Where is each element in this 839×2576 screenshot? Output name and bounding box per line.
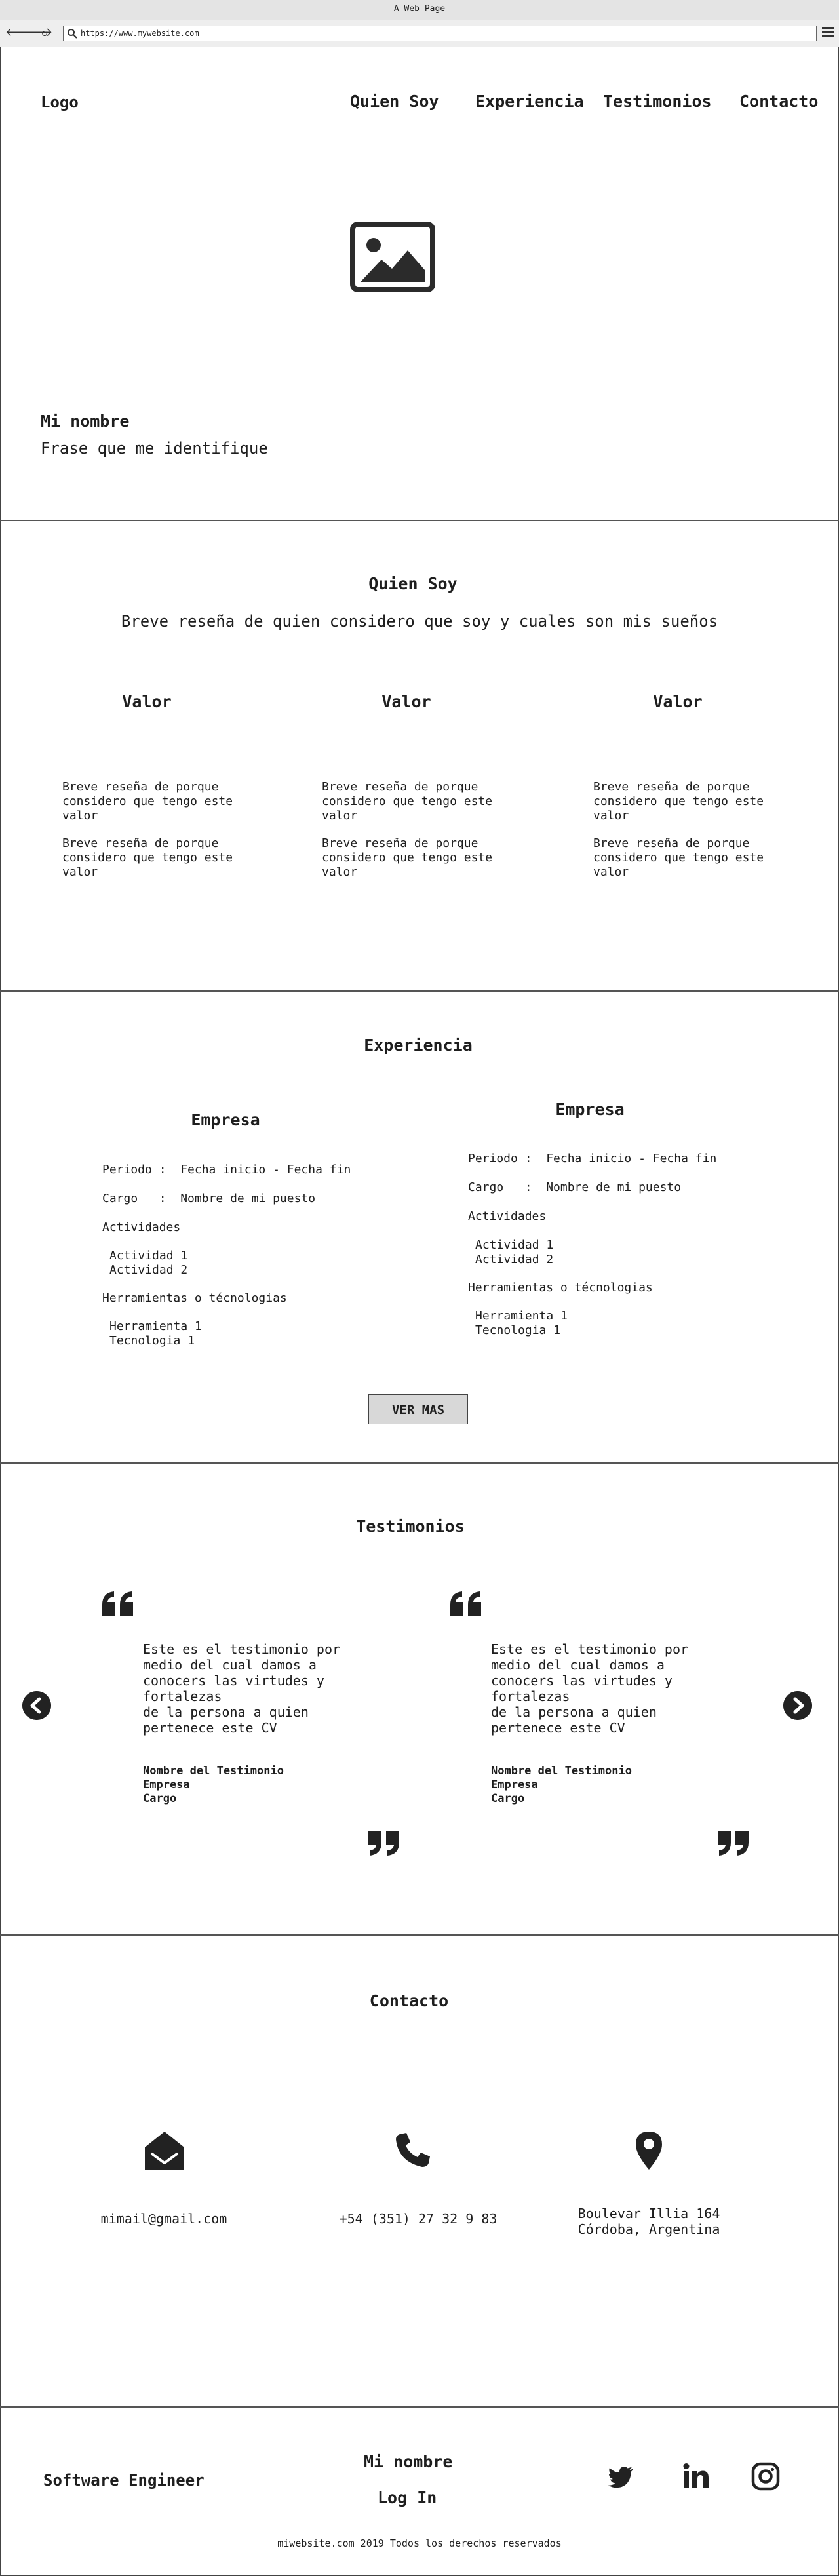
- value-title: Valor: [122, 692, 172, 711]
- quote-open-icon: [450, 1591, 481, 1616]
- linkedin-icon[interactable]: [682, 2462, 711, 2491]
- nav-testimonios[interactable]: Testimonios: [603, 92, 712, 111]
- address-bar[interactable]: https://www.mywebsite.com: [63, 26, 817, 41]
- about-title: Quien Soy: [368, 574, 458, 593]
- value-text: Breve reseña de porque considero que ten…: [322, 780, 493, 823]
- contact-title: Contacto: [369, 1991, 449, 2010]
- section-divider: [0, 2406, 839, 2408]
- activities-label: Actividades: [468, 1209, 547, 1223]
- testimonials-title: Testimonios: [356, 1517, 465, 1536]
- quote-open-icon: [102, 1591, 133, 1616]
- activity-item: Actividad 2: [109, 1263, 188, 1277]
- tool-item: Herramienta 1: [475, 1309, 568, 1323]
- footer-name-link[interactable]: Mi nombre: [364, 2452, 452, 2471]
- instagram-icon[interactable]: [751, 2462, 780, 2491]
- tool-item: Herramienta 1: [109, 1319, 202, 1333]
- value-text: Breve reseña de porque considero que ten…: [593, 836, 764, 879]
- section-divider: [0, 1462, 839, 1464]
- company-name: Empresa: [555, 1100, 625, 1119]
- tool-item: Tecnologia 1: [109, 1334, 195, 1348]
- envelope-open-icon: [145, 2132, 184, 2170]
- testimonial-text: Este es el testimonio por medio del cual…: [143, 1641, 341, 1736]
- hero-phrase: Frase que me identifique: [41, 439, 268, 458]
- company-period: Periodo : Fecha inicio - Fecha fin: [102, 1163, 351, 1177]
- address-line: Córdoba, Argentina: [577, 2221, 720, 2237]
- tool-item: Tecnologia 1: [475, 1323, 561, 1337]
- company-role: Cargo : Nombre de mi puesto: [102, 1192, 316, 1205]
- address-line: Boulevar Illia 164: [577, 2206, 720, 2221]
- value-title: Valor: [381, 692, 431, 711]
- chevron-right-icon[interactable]: [783, 1691, 812, 1720]
- tools-label: Herramientas o técnologias: [468, 1281, 653, 1295]
- section-divider: [0, 1934, 839, 1936]
- tools-label: Herramientas o técnologias: [102, 1291, 287, 1305]
- phone-icon: [396, 2133, 430, 2167]
- section-divider: [0, 990, 839, 992]
- company-name: Empresa: [191, 1110, 260, 1129]
- contact-address: Boulevar Illia 164 Córdoba, Argentina: [551, 2206, 747, 2237]
- testimonial-company: Empresa: [143, 1778, 190, 1791]
- testimonial-name: Nombre del Testimonio: [143, 1765, 284, 1778]
- reload-icon[interactable]: ↻: [38, 26, 51, 40]
- chevron-left-icon[interactable]: [22, 1691, 51, 1720]
- search-icon: [68, 29, 77, 39]
- image-placeholder-icon: [350, 222, 435, 292]
- experience-title: Experiencia: [364, 1036, 473, 1055]
- value-text: Breve reseña de porque considero que ten…: [322, 836, 493, 879]
- nav-quien-soy[interactable]: Quien Soy: [350, 92, 439, 111]
- contact-phone[interactable]: +54 (351) 27 32 9 83: [320, 2211, 517, 2227]
- footer-role: Software Engineer: [43, 2471, 205, 2489]
- quote-close-icon: [368, 1831, 399, 1856]
- value-text: Breve reseña de porque considero que ten…: [62, 780, 233, 823]
- activity-item: Actividad 2: [475, 1253, 554, 1266]
- about-subtitle: Breve reseña de quien considero que soy …: [121, 612, 718, 631]
- activity-item: Actividad 1: [475, 1238, 554, 1252]
- activities-label: Actividades: [102, 1220, 181, 1234]
- section-divider: [0, 520, 839, 521]
- testimonial-role: Cargo: [491, 1792, 525, 1805]
- company-period: Periodo : Fecha inicio - Fecha fin: [468, 1152, 717, 1165]
- company-role: Cargo : Nombre de mi puesto: [468, 1181, 682, 1194]
- page-frame: [0, 0, 839, 2576]
- testimonial-name: Nombre del Testimonio: [491, 1765, 632, 1778]
- hero-name: Mi nombre: [41, 412, 130, 431]
- contact-email[interactable]: mimail@gmail.com: [66, 2211, 262, 2227]
- browser-toolbar: 🡐 🡒 ↻ https://www.mywebsite.com: [0, 20, 839, 47]
- logo[interactable]: Logo: [41, 93, 79, 111]
- testimonial-text: Este es el testimonio por medio del cual…: [491, 1641, 689, 1736]
- copyright: miwebsite.com 2019 Todos los derechos re…: [277, 2537, 562, 2549]
- login-link[interactable]: Log In: [378, 2488, 437, 2507]
- browser-titlebar: A Web Page: [0, 0, 839, 20]
- quote-close-icon: [718, 1831, 749, 1856]
- testimonial-role: Cargo: [143, 1792, 177, 1805]
- value-text: Breve reseña de porque considero que ten…: [593, 780, 764, 823]
- address-url: https://www.mywebsite.com: [81, 29, 199, 38]
- nav-contacto[interactable]: Contacto: [739, 92, 818, 111]
- forward-icon[interactable]: 🡒: [21, 26, 52, 40]
- testimonial-author: Nombre del Testimonio Empresa Cargo: [143, 1765, 284, 1806]
- testimonial-author: Nombre del Testimonio Empresa Cargo: [491, 1765, 632, 1806]
- activity-item: Actividad 1: [109, 1249, 188, 1262]
- value-text: Breve reseña de porque considero que ten…: [62, 836, 233, 879]
- ver-mas-button[interactable]: VER MAS: [368, 1394, 468, 1424]
- nav-experiencia[interactable]: Experiencia: [475, 92, 584, 111]
- testimonial-company: Empresa: [491, 1778, 538, 1791]
- browser-title: A Web Page: [393, 4, 446, 14]
- value-title: Valor: [653, 692, 703, 711]
- twitter-icon[interactable]: [607, 2462, 636, 2491]
- back-icon[interactable]: 🡐: [5, 26, 37, 40]
- map-pin-icon: [636, 2132, 662, 2170]
- hamburger-menu-icon[interactable]: [822, 27, 834, 39]
